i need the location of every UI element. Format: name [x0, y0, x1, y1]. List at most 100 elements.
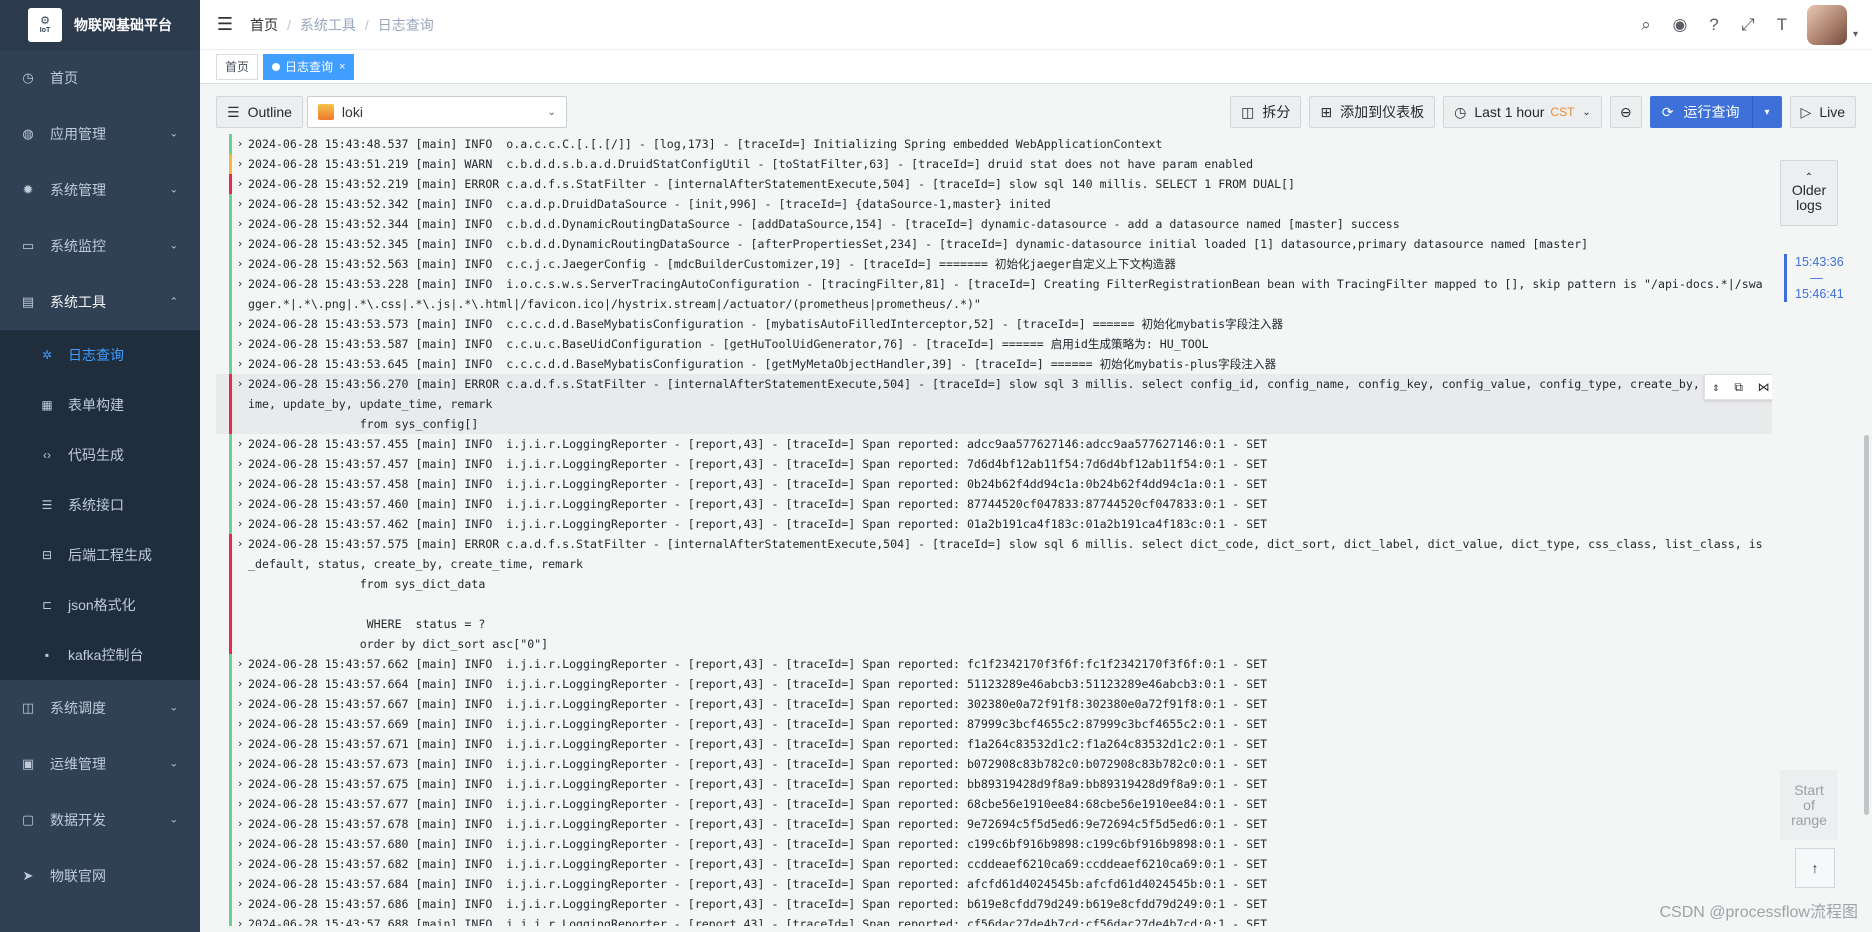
sidebar-item-system-schedule[interactable]: ◫ 系统调度 ⌄: [0, 680, 200, 736]
live-button[interactable]: ▷ Live: [1789, 96, 1856, 128]
chevron-right-icon[interactable]: ›: [232, 214, 248, 234]
sidebar-item-code-gen[interactable]: ‹› 代码生成: [0, 430, 200, 480]
caret-down-icon[interactable]: ▾: [1853, 29, 1858, 40]
datasource-select[interactable]: loki ⌄: [306, 96, 567, 128]
sidebar-item-system-monitor[interactable]: ▭ 系统监控 ⌄: [0, 218, 200, 274]
sidebar-item-log-query[interactable]: ✲ 日志查询: [0, 330, 200, 380]
chevron-right-icon[interactable]: ›: [232, 794, 248, 814]
chevron-right-icon[interactable]: ›: [232, 714, 248, 734]
chevron-right-icon[interactable]: ›: [232, 434, 248, 454]
chevron-right-icon[interactable]: ›: [232, 774, 248, 794]
chevron-right-icon[interactable]: ›: [232, 674, 248, 694]
log-row[interactable]: › 2024-06-28 15:43:52.563 [main] INFO c.c…: [216, 254, 1772, 274]
log-row[interactable]: › 2024-06-28 15:43:57.678 [main] INFO i.j…: [216, 814, 1772, 834]
help-icon[interactable]: ?: [1697, 0, 1731, 50]
log-row[interactable]: › 2024-06-28 15:43:57.460 [main] INFO i.j…: [216, 494, 1772, 514]
chevron-right-icon[interactable]: ›: [232, 354, 248, 374]
chevron-right-icon[interactable]: ›: [232, 494, 248, 514]
log-row[interactable]: › 2024-06-28 15:43:48.537 [main] INFO o.a…: [216, 134, 1772, 154]
avatar[interactable]: [1806, 5, 1847, 45]
log-row[interactable]: › 2024-06-28 15:43:57.686 [main] INFO i.j…: [216, 894, 1772, 914]
run-query-dropdown[interactable]: ▾: [1751, 96, 1782, 128]
chevron-right-icon[interactable]: ›: [232, 314, 248, 334]
chevron-right-icon[interactable]: ›: [232, 894, 248, 914]
copy-icon[interactable]: ⧉: [1734, 377, 1743, 397]
chevron-right-icon[interactable]: ›: [232, 154, 248, 174]
sidebar-item-iot-website[interactable]: ➤ 物联官网: [0, 848, 200, 904]
log-row[interactable]: › 2024-06-28 15:43:57.684 [main] INFO i.j…: [216, 874, 1772, 894]
log-row[interactable]: › 2024-06-28 15:43:57.662 [main] INFO i.j…: [216, 654, 1772, 674]
log-row[interactable]: › 2024-06-28 15:43:51.219 [main] WARN c.b…: [216, 154, 1772, 174]
time-range-picker[interactable]: ◷ Last 1 hour CST ⌄: [1443, 96, 1602, 128]
chevron-right-icon[interactable]: ›: [232, 334, 248, 354]
sidebar-item-kafka-console[interactable]: ▪ kafka控制台: [0, 630, 200, 680]
sidebar-item-form-build[interactable]: ▦ 表单构建: [0, 380, 200, 430]
chevron-right-icon[interactable]: ›: [232, 474, 248, 494]
chevron-right-icon[interactable]: ›: [232, 194, 248, 214]
chevron-right-icon[interactable]: ›: [232, 654, 248, 674]
page-scrollbar[interactable]: [1864, 435, 1869, 815]
zoom-out-button[interactable]: ⊖: [1609, 96, 1642, 128]
context-icon[interactable]: ⇕: [1712, 377, 1719, 397]
log-row[interactable]: › 2024-06-28 15:43:57.671 [main] INFO i.j…: [216, 734, 1772, 754]
log-row[interactable]: › 2024-06-28 15:43:57.667 [main] INFO i.j…: [216, 694, 1772, 714]
log-row[interactable]: › 2024-06-28 15:43:57.664 [main] INFO i.j…: [216, 674, 1772, 694]
chevron-right-icon[interactable]: ›: [232, 534, 248, 654]
log-row[interactable]: › 2024-06-28 15:43:53.587 [main] INFO c.c…: [216, 334, 1772, 354]
log-row[interactable]: › 2024-06-28 15:43:52.342 [main] INFO c.a…: [216, 194, 1772, 214]
log-row[interactable]: › 2024-06-28 15:43:57.455 [main] INFO i.j…: [216, 434, 1772, 454]
log-row[interactable]: › 2024-06-28 15:43:53.645 [main] INFO c.c…: [216, 354, 1772, 374]
search-icon[interactable]: ⌕: [1629, 0, 1663, 50]
sidebar-item-data-dev[interactable]: ▢ 数据开发 ⌄: [0, 792, 200, 848]
log-row[interactable]: › 2024-06-28 15:43:57.680 [main] INFO i.j…: [216, 834, 1772, 854]
chevron-right-icon[interactable]: ›: [232, 174, 248, 194]
sidebar-item-ops-management[interactable]: ▣ 运维管理 ⌄: [0, 736, 200, 792]
log-row[interactable]: › 2024-06-28 15:43:53.573 [main] INFO c.c…: [216, 314, 1772, 334]
chevron-right-icon[interactable]: ›: [232, 754, 248, 774]
close-icon[interactable]: ×: [339, 55, 345, 79]
log-row[interactable]: › 2024-06-28 15:43:57.677 [main] INFO i.j…: [216, 794, 1772, 814]
log-row[interactable]: › 2024-06-28 15:43:53.228 [main] INFO i.o…: [216, 274, 1772, 314]
chevron-right-icon[interactable]: ›: [232, 134, 248, 154]
chevron-right-icon[interactable]: ›: [232, 454, 248, 474]
log-row[interactable]: › 2024-06-28 15:43:52.345 [main] INFO c.b…: [216, 234, 1772, 254]
log-row[interactable]: › 2024-06-28 15:43:57.675 [main] INFO i.j…: [216, 774, 1772, 794]
font-size-icon[interactable]: T: [1765, 0, 1799, 50]
chevron-right-icon[interactable]: ›: [232, 874, 248, 894]
older-logs-button[interactable]: ⌃ Older logs: [1780, 160, 1838, 226]
log-row[interactable]: › 2024-06-28 15:43:57.458 [main] INFO i.j…: [216, 474, 1772, 494]
log-row[interactable]: › 2024-06-28 15:43:57.682 [main] INFO i.j…: [216, 854, 1772, 874]
log-row[interactable]: › 2024-06-28 15:43:52.219 [main] ERROR c.…: [216, 174, 1772, 194]
time-range-marker[interactable]: 15:43:36 — 15:46:41: [1784, 254, 1844, 302]
chevron-right-icon[interactable]: ›: [232, 274, 248, 314]
log-row[interactable]: › 2024-06-28 15:43:56.270 [main] ERROR c.…: [216, 374, 1772, 434]
chevron-right-icon[interactable]: ›: [232, 694, 248, 714]
chevron-right-icon[interactable]: ›: [232, 834, 248, 854]
sidebar-item-system-management[interactable]: ✹ 系统管理 ⌄: [0, 162, 200, 218]
log-row[interactable]: › 2024-06-28 15:43:57.457 [main] INFO i.j…: [216, 454, 1772, 474]
log-row[interactable]: › 2024-06-28 15:43:57.673 [main] INFO i.j…: [216, 754, 1772, 774]
chevron-right-icon[interactable]: ›: [232, 854, 248, 874]
chevron-right-icon[interactable]: ›: [232, 374, 248, 434]
chevron-right-icon[interactable]: ›: [232, 914, 248, 926]
log-row[interactable]: › 2024-06-28 15:43:57.575 [main] ERROR c.…: [216, 534, 1772, 654]
github-icon[interactable]: ◉: [1663, 0, 1697, 50]
sidebar-item-backend-gen[interactable]: ⊟ 后端工程生成: [0, 530, 200, 580]
sidebar-item-home[interactable]: ◷ 首页: [0, 50, 200, 106]
sidebar-item-json-format[interactable]: ⊏ json格式化: [0, 580, 200, 630]
chevron-right-icon[interactable]: ›: [232, 514, 248, 534]
log-row[interactable]: › 2024-06-28 15:43:57.462 [main] INFO i.j…: [216, 514, 1772, 534]
split-button[interactable]: ◫ 拆分: [1230, 96, 1302, 128]
tag-home[interactable]: 首页: [216, 53, 259, 80]
chevron-right-icon[interactable]: ›: [232, 254, 248, 274]
log-row[interactable]: › 2024-06-28 15:43:57.688 [main] INFO i.j…: [216, 914, 1772, 926]
log-row[interactable]: › 2024-06-28 15:43:52.344 [main] INFO c.b…: [216, 214, 1772, 234]
sidebar-item-system-tools[interactable]: ▤ 系统工具 ⌃: [0, 274, 200, 330]
sidebar-item-app-management[interactable]: ◍ 应用管理 ⌄: [0, 106, 200, 162]
tag-log-query[interactable]: 日志查询 ×: [263, 53, 355, 80]
add-to-dashboard-button[interactable]: ⊞ 添加到仪表板: [1309, 96, 1436, 128]
hamburger-icon[interactable]: ☰: [200, 0, 250, 50]
outline-button[interactable]: ☰ Outline: [216, 96, 303, 128]
app-logo[interactable]: ⚙ IoT 物联网基础平台: [0, 0, 200, 50]
chevron-right-icon[interactable]: ›: [232, 734, 248, 754]
